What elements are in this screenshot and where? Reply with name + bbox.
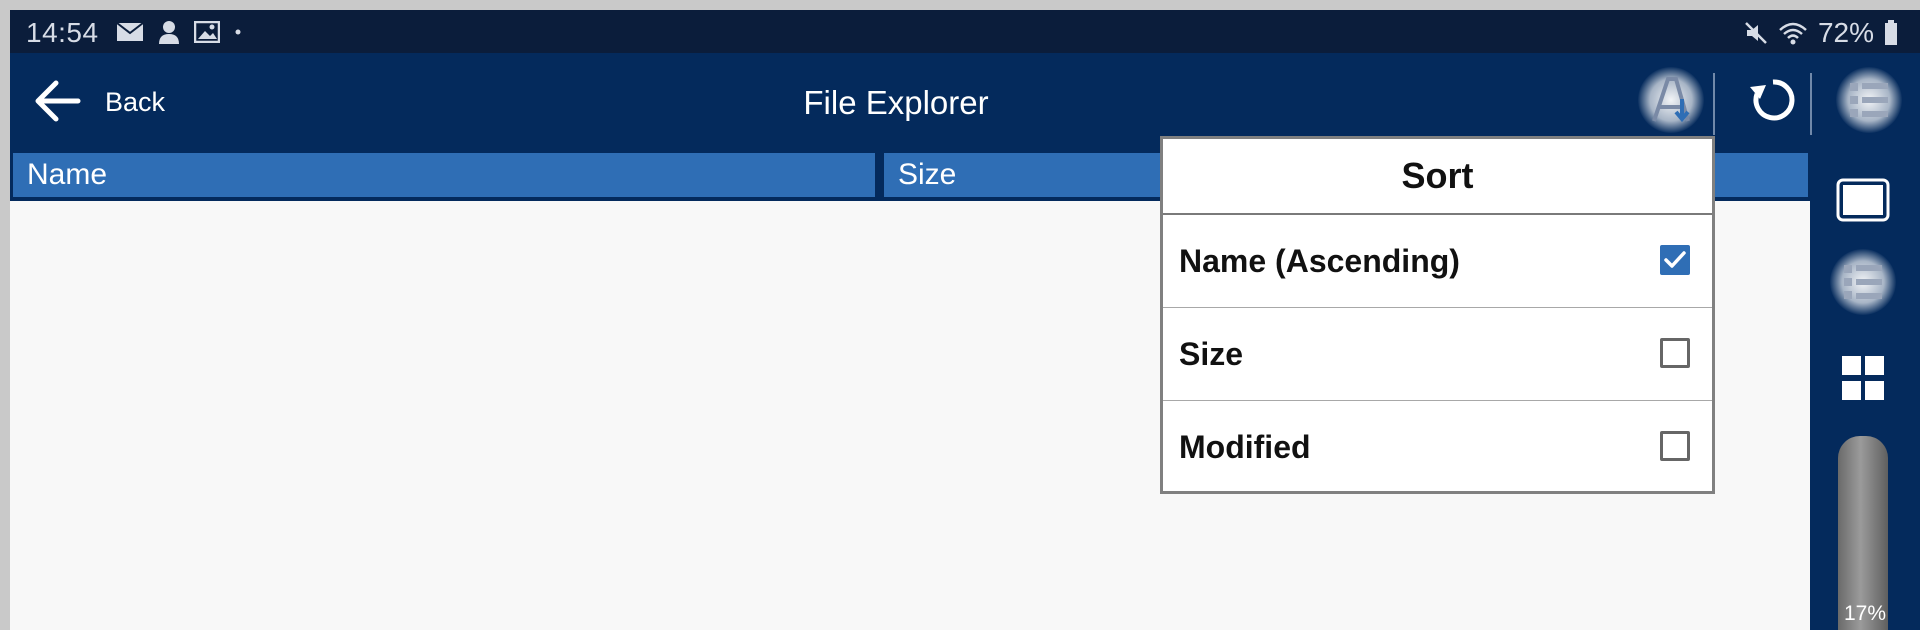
sort-option-name[interactable]: Name (Ascending): [1163, 215, 1712, 308]
checkmark-icon: [1664, 251, 1686, 268]
list-view-icon: [1850, 83, 1888, 117]
sort-option-label: Modified: [1179, 429, 1311, 465]
mail-icon: [116, 22, 144, 41]
zoom-slider[interactable]: [1838, 436, 1888, 630]
refresh-button[interactable]: [1740, 67, 1806, 133]
single-view-icon: [1836, 178, 1890, 222]
view-side-panel: 17%: [1810, 149, 1920, 630]
column-header-name[interactable]: Name: [13, 153, 875, 197]
sort-option-checkbox[interactable]: [1660, 431, 1690, 461]
sort-menu: Sort Name (Ascending) Size Modified: [1160, 136, 1715, 494]
app-bar: Back File Explorer: [10, 53, 1920, 149]
page-title: File Explorer: [803, 84, 989, 121]
list-view-side-button[interactable]: [1830, 249, 1896, 315]
sort-option-modified[interactable]: Modified: [1163, 401, 1712, 493]
wifi-icon: [1779, 22, 1807, 45]
dot-icon: [235, 29, 241, 35]
sort-option-checkbox[interactable]: [1660, 245, 1690, 275]
mute-icon: [1745, 22, 1767, 44]
refresh-icon: [1750, 79, 1795, 121]
sort-option-label: Size: [1179, 336, 1244, 372]
zoom-slider-value: 17%: [1843, 602, 1887, 625]
list-view-button[interactable]: [1836, 67, 1902, 133]
sort-icon: [1652, 77, 1690, 123]
grid-view-icon: [1842, 356, 1884, 400]
sort-menu-title: Sort: [1163, 139, 1712, 215]
sort-option-size[interactable]: Size: [1163, 308, 1712, 401]
battery-percent: 72%: [1817, 17, 1874, 48]
single-view-button[interactable]: [1830, 168, 1896, 234]
person-icon: [159, 21, 179, 44]
image-icon: [194, 21, 220, 43]
device-screen: 14:54 72% Back File Explorer Name Size 1…: [10, 10, 1920, 630]
status-bar: 14:54 72%: [10, 10, 1920, 53]
list-view-icon: [1844, 265, 1882, 299]
grid-view-button[interactable]: [1830, 346, 1896, 412]
status-time: 14:54: [26, 17, 99, 48]
sort-option-label: Name (Ascending): [1179, 243, 1460, 279]
sort-button[interactable]: [1638, 67, 1704, 133]
battery-icon: [1885, 20, 1897, 45]
sort-option-checkbox[interactable]: [1660, 338, 1690, 368]
